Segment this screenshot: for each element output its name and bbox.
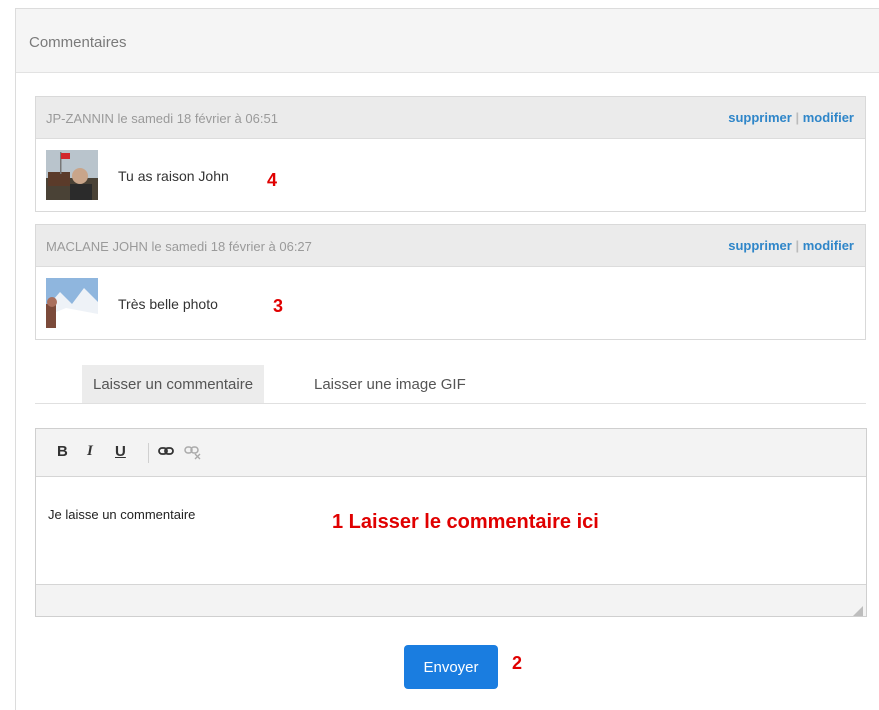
comment-header: MACLANE JOHN le samedi 18 février à 06:2… — [36, 225, 865, 267]
italic-button[interactable]: I — [87, 443, 93, 460]
comment-header: JP-ZANNIN le samedi 18 février à 06:51 s… — [36, 97, 865, 139]
actions-separator: | — [795, 238, 800, 253]
comment-text: Très belle photo — [118, 296, 218, 312]
comment-item: JP-ZANNIN le samedi 18 février à 06:51 s… — [35, 96, 866, 212]
bold-button[interactable]: B — [57, 443, 68, 460]
resize-grip-icon[interactable] — [853, 603, 863, 616]
editor-statusbar — [36, 584, 866, 616]
edit-link[interactable]: modifier — [803, 110, 854, 125]
comment-editor: B I U Je laisse un commentaire 1 Laisser… — [35, 428, 867, 617]
comment-author-line: JP-ZANNIN le samedi 18 février à 06:51 — [46, 111, 278, 126]
comment-text: Tu as raison John — [118, 168, 229, 184]
link-icon[interactable] — [158, 444, 174, 462]
editor-toolbar: B I U — [36, 429, 866, 477]
tab-gif[interactable]: Laisser une image GIF — [303, 365, 477, 403]
annotation-marker: 2 — [512, 653, 523, 673]
tab-comment[interactable]: Laisser un commentaire — [82, 365, 265, 403]
underline-button[interactable]: U — [115, 443, 126, 460]
annotation-marker: 3 — [273, 296, 284, 316]
comment-type-tabs: Laisser un commentaire Laisser une image… — [35, 365, 866, 404]
panel-title: Commentaires — [16, 9, 879, 73]
delete-link[interactable]: supprimer — [728, 110, 792, 125]
edit-link[interactable]: modifier — [803, 238, 854, 253]
comment-item: MACLANE JOHN le samedi 18 février à 06:2… — [35, 224, 866, 340]
send-button[interactable]: Envoyer — [404, 645, 498, 689]
comment-actions: supprimer | modifier — [728, 110, 854, 125]
delete-link[interactable]: supprimer — [728, 238, 792, 253]
annotation-marker: 4 — [267, 170, 278, 190]
comment-body: Tu as raison John 4 — [36, 139, 865, 211]
comments-panel: Commentaires JP-ZANNIN le samedi 18 févr… — [15, 8, 879, 710]
actions-separator: | — [795, 110, 800, 125]
comment-author-line: MACLANE JOHN le samedi 18 février à 06:2… — [46, 239, 312, 254]
avatar — [46, 278, 98, 328]
comment-actions: supprimer | modifier — [728, 238, 854, 253]
unlink-icon[interactable] — [184, 444, 202, 464]
annotation-instruction: 1 Laisser le commentaire ici — [332, 511, 599, 533]
toolbar-divider — [148, 443, 149, 463]
comment-body: Très belle photo 3 — [36, 267, 865, 339]
avatar — [46, 150, 98, 200]
